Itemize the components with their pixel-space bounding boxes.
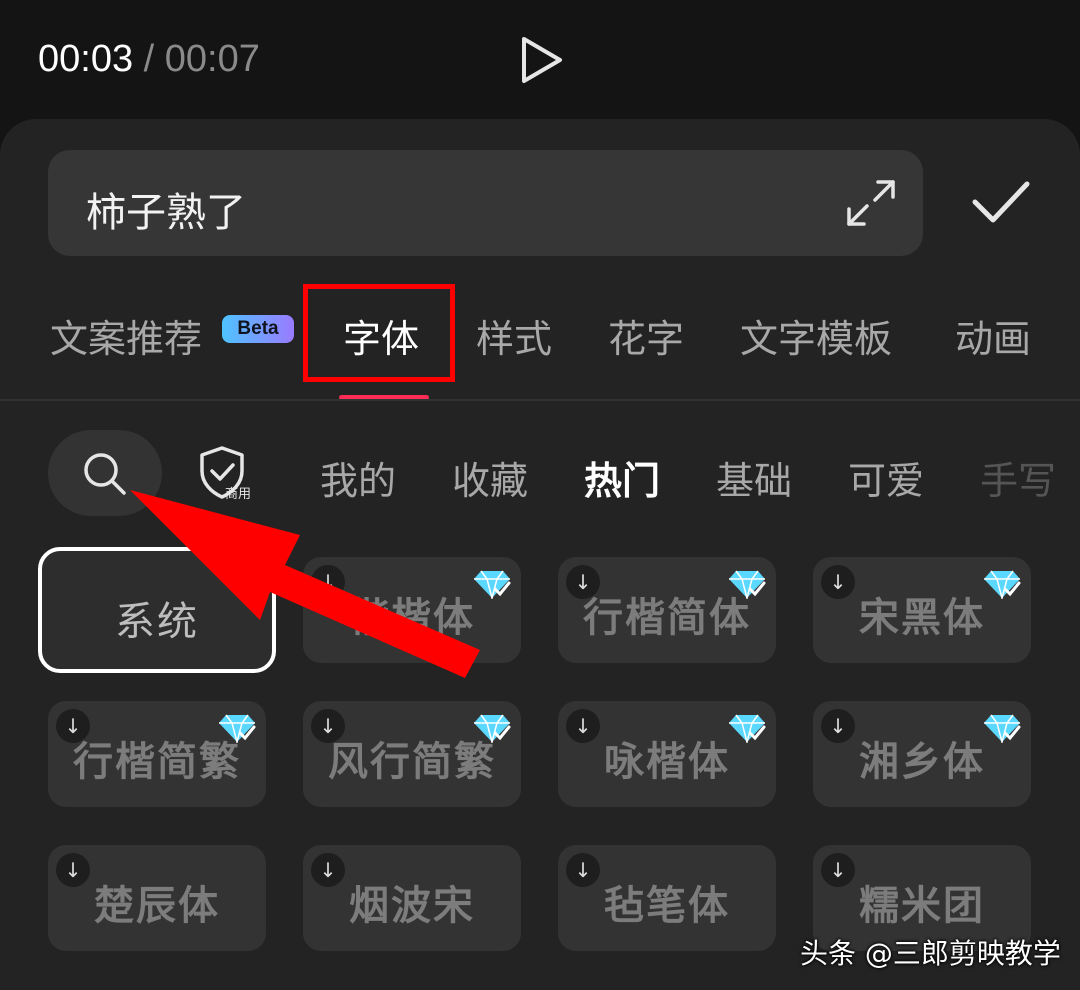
text-input-field[interactable]: 柿子熟了: [48, 150, 923, 256]
font-name: 咏楷体: [604, 738, 730, 785]
font-name: 糯米团: [859, 882, 985, 929]
tab-bar: 文案推荐 字体 样式 花字 文字模板 动画: [0, 290, 1080, 370]
font-name: 行楷简繁: [73, 738, 241, 785]
font-tile[interactable]: ↓ 风行简繁: [303, 701, 521, 807]
font-tile[interactable]: ↓ 毡笔体: [558, 845, 776, 951]
category-handwriting[interactable]: 手写: [980, 450, 1056, 505]
tab-style[interactable]: 样式: [476, 308, 552, 363]
red-arrow-annotation: [130, 490, 480, 678]
tab-text-template[interactable]: 文字模板: [740, 308, 892, 363]
play-icon[interactable]: [518, 34, 566, 86]
font-tile[interactable]: ↓ 湘乡体: [813, 701, 1031, 807]
font-name: 楚辰体: [94, 882, 220, 929]
tab-copy-recommend[interactable]: 文案推荐: [50, 308, 202, 363]
font-tile[interactable]: ↓ 烟波宋: [303, 845, 521, 951]
category-popular[interactable]: 热门: [584, 450, 660, 505]
expand-icon[interactable]: [845, 178, 897, 228]
font-name: 湘乡体: [859, 738, 985, 785]
tab-animation[interactable]: 动画: [955, 308, 1031, 363]
font-tile[interactable]: ↓ 楚辰体: [48, 845, 266, 951]
duration: 00:07: [164, 38, 260, 80]
font-name: 行楷简体: [583, 594, 751, 641]
font-name: 宋黑体: [859, 594, 985, 641]
highlight-box: [303, 284, 455, 382]
text-input-value[interactable]: 柿子熟了: [86, 180, 246, 238]
font-name: 毡笔体: [604, 882, 730, 929]
font-name: 风行简繁: [328, 738, 496, 785]
font-tile[interactable]: ↓ 宋黑体: [813, 557, 1031, 663]
category-basic[interactable]: 基础: [716, 450, 792, 505]
divider: [0, 399, 1080, 401]
font-tile[interactable]: ↓ 行楷简繁: [48, 701, 266, 807]
watermark: 头条 @三郎剪映教学: [800, 937, 1061, 970]
player-bar: 00:03 / 00:07: [0, 0, 1080, 120]
time-separator: /: [143, 38, 155, 80]
category-cute[interactable]: 可爱: [848, 450, 924, 505]
font-tile[interactable]: ↓ 行楷简体: [558, 557, 776, 663]
confirm-check-icon[interactable]: [970, 176, 1032, 228]
font-name: 烟波宋: [349, 882, 475, 929]
beta-badge: Beta: [222, 315, 294, 343]
tab-fancy-text[interactable]: 花字: [608, 308, 684, 363]
font-tile[interactable]: ↓ 咏楷体: [558, 701, 776, 807]
current-time: 00:03: [38, 38, 134, 80]
time-display: 00:03 / 00:07: [38, 38, 260, 81]
